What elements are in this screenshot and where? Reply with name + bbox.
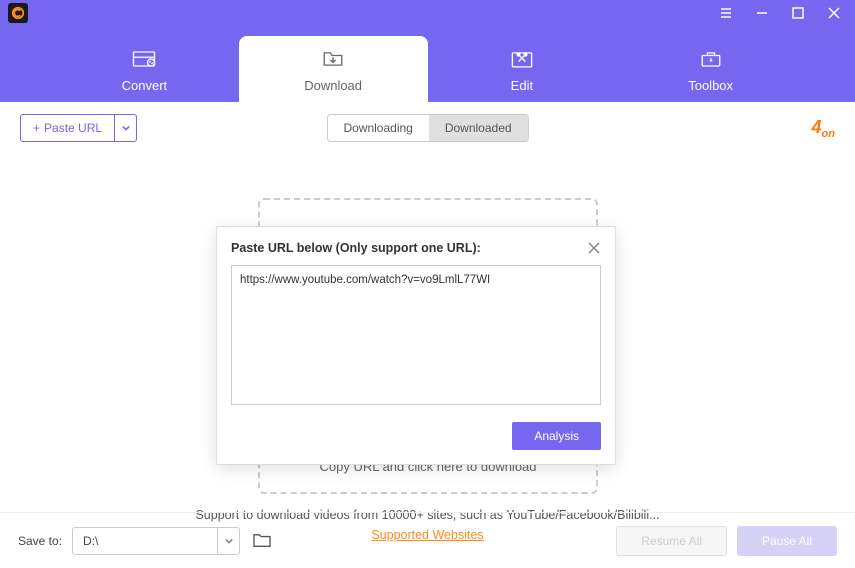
content-area: Copy URL and click here to download Supp… [0, 148, 855, 528]
url-input[interactable] [231, 265, 601, 405]
modal-header: Paste URL below (Only support one URL): [231, 241, 601, 255]
tab-convert[interactable]: Convert [50, 36, 239, 102]
minimize-icon[interactable] [755, 6, 769, 20]
paste-url-label: Paste URL [44, 121, 102, 135]
paste-url-main[interactable]: + Paste URL [21, 115, 114, 141]
brand-on: on [822, 128, 835, 140]
save-path-select[interactable]: D:\ [72, 527, 240, 555]
paste-url-modal: Paste URL below (Only support one URL): … [216, 226, 616, 465]
modal-title: Paste URL below (Only support one URL): [231, 241, 481, 255]
main-nav: Convert Download Edit Toolbox [0, 26, 855, 102]
modal-footer: Analysis [231, 422, 601, 450]
pause-all-button[interactable]: Pause All [737, 526, 837, 556]
tab-label: Convert [122, 78, 168, 93]
tab-label: Download [304, 78, 362, 93]
maximize-icon[interactable] [791, 6, 805, 20]
open-folder-button[interactable] [250, 529, 274, 553]
brand-badge: 4on [812, 117, 835, 140]
tab-edit[interactable]: Edit [428, 36, 617, 102]
resume-all-button[interactable]: Resume All [616, 526, 727, 556]
save-path-dropdown[interactable] [217, 528, 239, 554]
bottombar: Save to: D:\ Resume All Pause All [0, 512, 855, 568]
titlebar [0, 0, 855, 26]
close-icon[interactable] [827, 6, 841, 20]
segment-downloaded[interactable]: Downloaded [429, 115, 528, 141]
tab-label: Toolbox [688, 78, 733, 93]
tab-toolbox[interactable]: Toolbox [616, 36, 805, 102]
window-controls [719, 6, 841, 20]
save-path-value: D:\ [73, 528, 217, 554]
brand-4: 4 [812, 117, 822, 137]
tab-label: Edit [511, 78, 533, 93]
analysis-button[interactable]: Analysis [512, 422, 601, 450]
tab-download[interactable]: Download [239, 36, 428, 102]
subtoolbar: + Paste URL Downloading Downloaded 4on [0, 108, 855, 148]
plus-icon: + [33, 121, 40, 135]
hamburger-icon[interactable] [719, 6, 733, 20]
paste-url-dropdown[interactable] [114, 115, 136, 141]
segment-downloading[interactable]: Downloading [327, 115, 428, 141]
save-to-label: Save to: [18, 534, 62, 548]
app-logo [8, 3, 28, 23]
modal-close-button[interactable] [587, 241, 601, 255]
paste-url-button[interactable]: + Paste URL [20, 114, 137, 142]
download-segment: Downloading Downloaded [326, 114, 528, 142]
